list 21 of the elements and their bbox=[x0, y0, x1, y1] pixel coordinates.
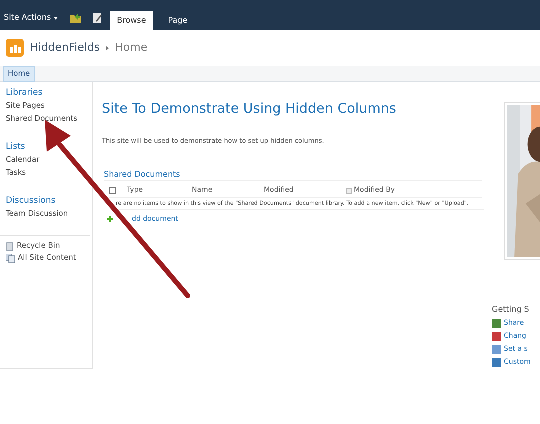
ribbon-tab[interactable]: Page bbox=[161, 11, 195, 30]
recycle-bin-icon bbox=[6, 242, 14, 250]
column-icon bbox=[346, 188, 352, 194]
site-logo-icon bbox=[6, 39, 24, 57]
breadcrumb-arrow-icon bbox=[106, 46, 110, 50]
folder-icon[interactable] bbox=[70, 13, 82, 23]
page-title: Home bbox=[115, 40, 148, 56]
page-heading: Site To Demonstrate Using Hidden Columns bbox=[102, 100, 398, 119]
site-actions-menu[interactable]: Site Actions bbox=[4, 12, 58, 24]
nav-heading[interactable]: Discussions bbox=[6, 195, 90, 208]
plus-icon bbox=[107, 216, 113, 222]
nav-heading[interactable]: Lists bbox=[6, 141, 90, 154]
documents-icon bbox=[6, 254, 15, 262]
getting-started-heading: Getting S bbox=[492, 304, 530, 316]
caret-icon bbox=[54, 16, 58, 20]
select-all-checkbox[interactable] bbox=[109, 187, 116, 194]
web-part-title[interactable]: Shared Documents bbox=[104, 169, 482, 181]
ribbon-tab[interactable]: Browse bbox=[110, 11, 154, 30]
edit-page-icon[interactable] bbox=[93, 13, 102, 23]
nav-heading[interactable]: Libraries bbox=[6, 87, 90, 100]
site-title[interactable]: HiddenFields bbox=[30, 40, 100, 56]
